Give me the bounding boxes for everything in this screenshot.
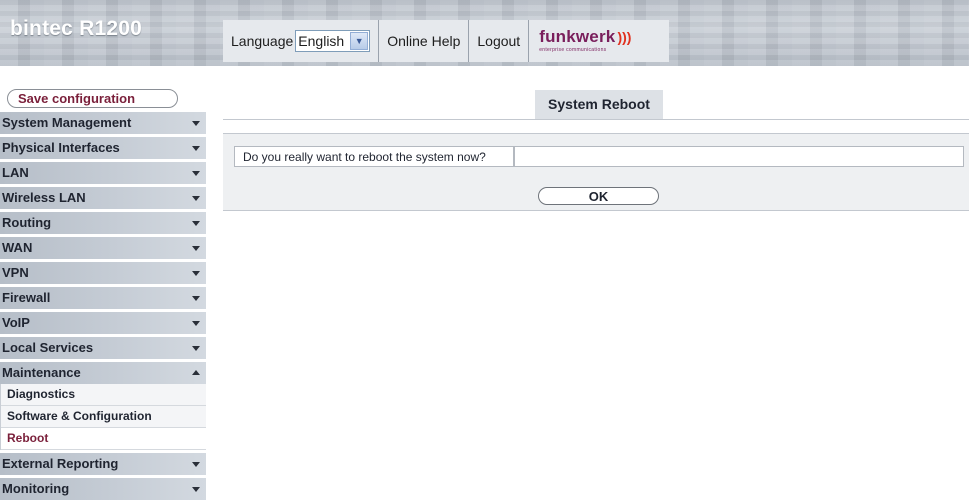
sidebar-item-label: External Reporting: [2, 456, 119, 471]
sidebar-item-voip[interactable]: VoIP: [0, 312, 206, 334]
sidebar-item-label: Firewall: [2, 290, 51, 305]
sidebar-item-routing[interactable]: Routing: [0, 212, 206, 234]
ok-button[interactable]: OK: [538, 187, 659, 205]
language-control: Language English ▼: [223, 20, 380, 62]
chevron-down-icon: [192, 296, 200, 301]
logo-subtitle: enterprise communications: [539, 47, 607, 53]
sidebar-item-system-management[interactable]: System Management: [0, 112, 206, 134]
language-select[interactable]: English ▼: [295, 30, 371, 52]
header-bar: bintec R1200 Language English ▼ Online H…: [0, 0, 969, 66]
chevron-down-icon: [192, 462, 200, 467]
chevron-down-icon[interactable]: ▼: [350, 32, 369, 50]
sidebar-item-label: Wireless LAN: [2, 190, 86, 205]
button-panel: OK: [223, 180, 969, 211]
sidebar-item-label: System Management: [2, 115, 132, 130]
chevron-down-icon: [192, 246, 200, 251]
reboot-form-panel: Do you really want to reboot the system …: [223, 133, 969, 181]
chevron-down-icon: [192, 121, 200, 126]
logo-waves-icon: ))): [617, 29, 632, 45]
sidebar-item-lan[interactable]: LAN: [0, 162, 206, 184]
sidebar-item-label: WAN: [2, 240, 33, 255]
maintenance-submenu: Diagnostics Software & Configuration Reb…: [0, 384, 206, 450]
logo-text: funkwerk: [539, 27, 616, 46]
sidebar-item-label: VPN: [2, 265, 29, 280]
logout-link[interactable]: Logout: [469, 20, 530, 62]
reboot-question-label: Do you really want to reboot the system …: [234, 146, 514, 167]
sidebar-item-local-services[interactable]: Local Services: [0, 337, 206, 359]
sidebar-item-label: Local Services: [2, 340, 94, 355]
language-label: Language: [231, 33, 294, 49]
save-configuration-button[interactable]: Save configuration: [7, 89, 178, 108]
sidebar-item-maintenance[interactable]: Maintenance: [0, 362, 206, 384]
sidebar-item-label: Routing: [2, 215, 52, 230]
reboot-question-value: [514, 146, 964, 167]
chevron-down-icon: [192, 346, 200, 351]
brand-title: bintec R1200: [10, 17, 142, 40]
chevron-down-icon: [192, 196, 200, 201]
chevron-down-icon: [192, 146, 200, 151]
sidebar-item-wireless-lan[interactable]: Wireless LAN: [0, 187, 206, 209]
sidebar-menu: System Management Physical Interfaces LA…: [0, 112, 206, 503]
chevron-up-icon: [192, 370, 200, 375]
submenu-item-reboot[interactable]: Reboot: [1, 428, 206, 450]
sidebar-item-label: Physical Interfaces: [2, 140, 120, 155]
sidebar-item-vpn[interactable]: VPN: [0, 262, 206, 284]
sidebar-item-physical-interfaces[interactable]: Physical Interfaces: [0, 137, 206, 159]
chevron-down-icon: [192, 171, 200, 176]
sidebar-item-external-reporting[interactable]: External Reporting: [0, 453, 206, 475]
page-title: System Reboot: [535, 90, 663, 119]
chevron-down-icon: [192, 221, 200, 226]
sidebar-item-monitoring[interactable]: Monitoring: [0, 478, 206, 500]
submenu-item-diagnostics[interactable]: Diagnostics: [1, 384, 206, 406]
online-help-link[interactable]: Online Help: [379, 20, 470, 62]
chevron-down-icon: [192, 487, 200, 492]
sidebar-item-label: Monitoring: [2, 481, 70, 496]
content-divider: [223, 119, 969, 120]
sidebar-item-label: LAN: [2, 165, 29, 180]
chevron-down-icon: [192, 271, 200, 276]
chevron-down-icon: [192, 321, 200, 326]
sidebar-item-label: VoIP: [2, 315, 30, 330]
funkwerk-logo: funkwerk ))) enterprise communications: [529, 20, 670, 62]
header-toolbar: Language English ▼ Online Help Logout fu…: [223, 20, 670, 62]
sidebar-item-wan[interactable]: WAN: [0, 237, 206, 259]
submenu-item-software-configuration[interactable]: Software & Configuration: [1, 406, 206, 428]
sidebar-item-firewall[interactable]: Firewall: [0, 287, 206, 309]
language-select-value: English: [298, 33, 345, 49]
sidebar-item-label: Maintenance: [2, 365, 81, 380]
